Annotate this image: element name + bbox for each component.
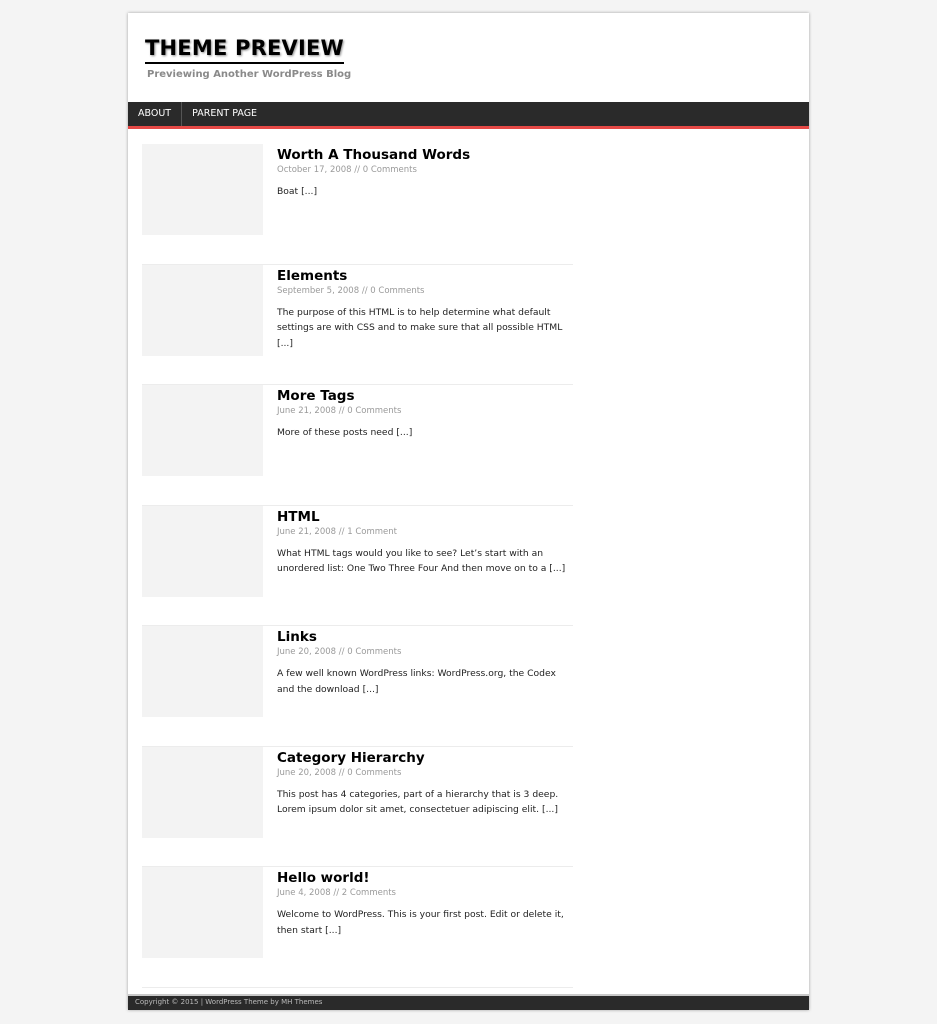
post-title-link[interactable]: More Tags <box>277 387 355 405</box>
post-excerpt: Boat [...] <box>277 184 573 200</box>
post-body: HTML June 21, 2008 // 1 Comment What HTM… <box>277 506 573 577</box>
post-title-link[interactable]: Category Hierarchy <box>277 749 425 767</box>
excerpt-text: What HTML tags would you like to see? Le… <box>277 547 547 575</box>
post-body: Worth A Thousand Words October 17, 2008 … <box>277 144 573 200</box>
nav-item-about[interactable]: ABOUT <box>128 102 183 126</box>
post-date: October 17, 2008 <box>277 165 352 175</box>
post-meta: October 17, 2008 // 0 Comments <box>277 164 573 177</box>
post-thumbnail[interactable] <box>142 144 263 235</box>
post-meta: June 21, 2008 // 0 Comments <box>277 405 573 418</box>
post-date: June 21, 2008 <box>277 406 337 416</box>
post-body: Hello world! June 4, 2008 // 2 Comments … <box>277 867 573 938</box>
post-list: Worth A Thousand Words October 17, 2008 … <box>142 144 573 988</box>
main-navigation: ABOUT PARENT PAGE <box>128 102 809 129</box>
post-thumbnail[interactable] <box>142 867 263 958</box>
read-more-link[interactable]: [...] <box>325 925 341 936</box>
post-item: Hello world! June 4, 2008 // 2 Comments … <box>142 867 573 988</box>
post-title-link[interactable]: Links <box>277 628 317 646</box>
post-comments-link[interactable]: 1 Comment <box>347 527 397 537</box>
post-title-link[interactable]: HTML <box>277 508 320 526</box>
meta-separator: // <box>333 888 340 898</box>
post-item: Elements September 5, 2008 // 0 Comments… <box>142 264 573 385</box>
post-title-link[interactable]: Worth A Thousand Words <box>277 146 470 164</box>
post-excerpt: The purpose of this HTML is to help dete… <box>277 305 573 352</box>
post-thumbnail[interactable] <box>142 626 263 717</box>
post-thumbnail[interactable] <box>142 264 263 356</box>
post-item: HTML June 21, 2008 // 1 Comment What HTM… <box>142 505 573 626</box>
excerpt-text: More of these posts need <box>277 427 394 438</box>
excerpt-text: A few well known WordPress links: WordPr… <box>277 668 556 695</box>
read-more-link[interactable]: [...] <box>396 427 412 438</box>
post-excerpt: A few well known WordPress links: WordPr… <box>277 666 573 697</box>
meta-separator: // <box>338 406 345 416</box>
copyright-text: Copyright © 2015 | WordPress Theme by MH… <box>135 998 323 1006</box>
site-title-link[interactable]: THEME PREVIEW <box>145 35 344 64</box>
post-comments-link[interactable]: 2 Comments <box>342 888 396 898</box>
post-meta: September 5, 2008 // 0 Comments <box>277 285 573 298</box>
read-more-link[interactable]: [...] <box>549 563 565 574</box>
post-date: June 20, 2008 <box>277 647 337 657</box>
excerpt-text: The purpose of this HTML is to help dete… <box>277 306 563 334</box>
excerpt-text: Welcome to WordPress. This is your first… <box>277 909 564 936</box>
site-header: THEME PREVIEW Previewing Another WordPre… <box>128 13 809 102</box>
post-item: Category Hierarchy June 20, 2008 // 0 Co… <box>142 746 573 867</box>
post-item: More Tags June 21, 2008 // 0 Comments Mo… <box>142 385 573 506</box>
meta-separator: // <box>354 165 361 175</box>
post-excerpt: Welcome to WordPress. This is your first… <box>277 907 573 938</box>
post-meta: June 20, 2008 // 0 Comments <box>277 646 573 659</box>
post-item: Worth A Thousand Words October 17, 2008 … <box>142 144 573 265</box>
post-thumbnail[interactable] <box>142 385 263 476</box>
post-date: September 5, 2008 <box>277 285 360 296</box>
post-date: June 21, 2008 <box>277 526 337 537</box>
post-excerpt: More of these posts need [...] <box>277 425 573 441</box>
post-comments-link[interactable]: 0 Comments <box>347 406 401 416</box>
read-more-link[interactable]: [...] <box>301 186 317 197</box>
meta-separator: // <box>338 526 345 537</box>
post-thumbnail[interactable] <box>142 746 263 838</box>
post-comments-link[interactable]: 0 Comments <box>363 165 417 175</box>
post-title-link[interactable]: Hello world! <box>277 869 370 887</box>
post-date: June 20, 2008 <box>277 767 337 778</box>
page-wrapper: THEME PREVIEW Previewing Another WordPre… <box>128 13 809 1010</box>
meta-separator: // <box>361 285 368 296</box>
post-title-link[interactable]: Elements <box>277 267 347 285</box>
post-body: Elements September 5, 2008 // 0 Comments… <box>277 265 573 352</box>
meta-separator: // <box>338 767 345 778</box>
nav-item-parent-page[interactable]: PARENT PAGE <box>182 102 267 126</box>
post-body: Category Hierarchy June 20, 2008 // 0 Co… <box>277 747 573 818</box>
post-comments-link[interactable]: 0 Comments <box>370 286 424 296</box>
post-comments-link[interactable]: 0 Comments <box>347 647 401 657</box>
post-date: June 4, 2008 <box>277 888 331 898</box>
excerpt-text: This post has 4 categories, part of a hi… <box>277 788 559 816</box>
read-more-link[interactable]: [...] <box>542 804 558 815</box>
post-meta: June 21, 2008 // 1 Comment <box>277 526 573 539</box>
read-more-link[interactable]: [...] <box>363 684 379 695</box>
post-meta: June 4, 2008 // 2 Comments <box>277 887 573 900</box>
site-footer: Copyright © 2015 | WordPress Theme by MH… <box>128 994 809 1010</box>
post-thumbnail[interactable] <box>142 505 263 597</box>
site-description: Previewing Another WordPress Blog <box>147 69 352 80</box>
meta-separator: // <box>338 647 345 657</box>
post-body: More Tags June 21, 2008 // 0 Comments Mo… <box>277 385 573 441</box>
post-item: Links June 20, 2008 // 0 Comments A few … <box>142 626 573 747</box>
post-excerpt: What HTML tags would you like to see? Le… <box>277 546 573 577</box>
post-excerpt: This post has 4 categories, part of a hi… <box>277 787 573 818</box>
post-comments-link[interactable]: 0 Comments <box>347 768 401 778</box>
post-body: Links June 20, 2008 // 0 Comments A few … <box>277 626 573 697</box>
excerpt-text: Boat <box>277 186 299 197</box>
post-meta: June 20, 2008 // 0 Comments <box>277 767 573 780</box>
read-more-link[interactable]: [...] <box>277 338 293 349</box>
